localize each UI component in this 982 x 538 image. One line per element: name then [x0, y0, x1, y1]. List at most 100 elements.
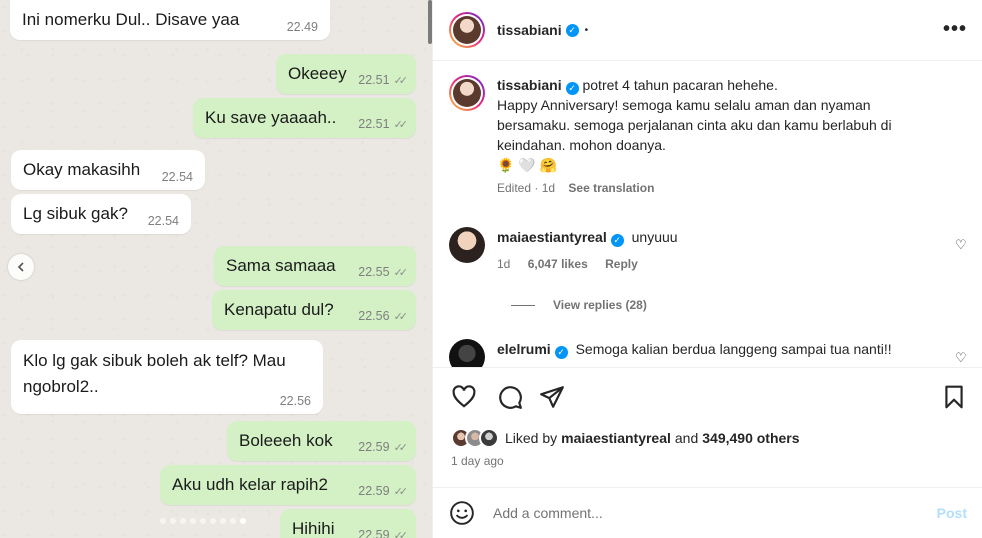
carousel-dot [190, 518, 196, 524]
chat-bubble: Lg sibuk gak? 22.54 [11, 194, 191, 234]
chat-text: Okeeey [288, 64, 347, 83]
chat-time: 22.56 [279, 393, 311, 408]
add-comment-bar: Post [433, 487, 982, 538]
header-username[interactable]: tissabiani [497, 22, 562, 38]
comment: elelrumi ✓ Semoga kalian berdua langgeng … [449, 339, 892, 367]
chat-bubble: Boleeeh kok 22.59 ✓✓ [227, 421, 416, 461]
chat-time: 22.59 [358, 440, 390, 454]
emoji-icon[interactable] [449, 500, 475, 526]
chat-time: 22.49 [286, 19, 318, 34]
comment-username[interactable]: elelrumi [497, 341, 551, 357]
chat-text: Aku udh kelar rapih2 [172, 475, 328, 494]
verified-badge-icon: ✓ [565, 82, 579, 95]
chat-text: Kenapatu dul? [224, 300, 334, 319]
comment-text: Semoga kalian berdua langgeng sampai tua… [575, 341, 892, 357]
liked-by: Liked by maiaestiantyreal and 349,490 ot… [451, 428, 800, 448]
chat-text: Okay makasihh [23, 160, 141, 179]
caption: tissabiani ✓ potret 4 tahun pacaran heheh… [449, 75, 937, 195]
chat-time: 22.56 [358, 309, 390, 323]
caption-username[interactable]: tissabiani [497, 77, 562, 93]
carousel-dot [160, 518, 166, 524]
chat-time: 22.51 [358, 73, 390, 87]
chat-text: Hihihi [292, 519, 335, 538]
view-replies-label: View replies (28) [553, 298, 647, 312]
like-heart-icon[interactable] [451, 384, 477, 410]
chat-bubble: Kenapatu dul? 22.56 ✓✓ [212, 290, 416, 330]
like-comment-heart-icon[interactable]: ♡ [955, 350, 969, 365]
chat-time: 22.54 [161, 169, 193, 184]
comment-username[interactable]: maiaestiantyreal [497, 229, 607, 245]
verified-badge-icon: ✓ [554, 346, 568, 359]
post-header: tissabiani ✓ • ••• [433, 0, 982, 61]
chat-bubble: Hihihi 22.59 ✓✓ [280, 509, 416, 538]
avatar [479, 428, 499, 448]
caption-text: potret 4 tahun pacaran hehehe. [582, 77, 778, 93]
avatar[interactable] [449, 339, 485, 367]
separator-dot: • [584, 24, 589, 36]
caption-emojis: 🌻 🤍 🤗 [497, 157, 558, 173]
verified-badge-icon: ✓ [565, 23, 579, 37]
carousel-indicator [160, 518, 246, 524]
more-options-button[interactable]: ••• [943, 18, 967, 41]
chat-bubble: Okay makasihh 22.54 [11, 150, 205, 190]
chat-text: Lg sibuk gak? [23, 204, 128, 223]
read-ticks-icon: ✓✓ [393, 119, 409, 131]
post-photo: Ini nomerku Dul.. Disave yaa 22.49 Okeee… [0, 0, 432, 538]
carousel-dot [180, 518, 186, 524]
read-ticks-icon: ✓✓ [393, 530, 409, 538]
post-time: 1 day ago [451, 454, 504, 468]
avatar[interactable] [449, 75, 485, 111]
comment-likes[interactable]: 6,047 likes [528, 257, 588, 271]
comment-input[interactable] [493, 505, 937, 521]
chat-time: 22.59 [358, 484, 390, 498]
verified-badge-icon: ✓ [610, 234, 624, 247]
carousel-dot [230, 518, 236, 524]
comment-icon[interactable] [497, 384, 523, 410]
comment-text: unyuuu [631, 229, 678, 245]
chat-text: Boleeeh kok [239, 431, 333, 450]
read-ticks-icon: ✓✓ [393, 75, 409, 87]
save-bookmark-icon[interactable] [941, 384, 967, 410]
chat-text: Klo lg gak sibuk boleh ak telf? Mau ngob… [23, 351, 286, 396]
reply-button[interactable]: Reply [605, 257, 638, 271]
chat-time: 22.55 [358, 265, 390, 279]
likes-count[interactable]: 349,490 others [702, 430, 799, 446]
chat-bubble: Ini nomerku Dul.. Disave yaa 22.49 [10, 0, 330, 40]
chat-text: Sama samaaa [226, 256, 336, 275]
post-panel: tissabiani ✓ • ••• tissabiani ✓ potret 4 … [432, 0, 982, 538]
liked-by-user[interactable]: maiaestiantyreal [561, 430, 671, 446]
chat-time: 22.51 [358, 117, 390, 131]
chat-bubble: Sama samaaa 22.55 ✓✓ [214, 246, 416, 286]
chevron-left-icon [17, 262, 24, 272]
chat-time: 22.54 [147, 213, 179, 228]
carousel-dot [210, 518, 216, 524]
chat-bubble: Aku udh kelar rapih2 22.59 ✓✓ [160, 465, 416, 505]
carousel-dot [220, 518, 226, 524]
comments-section: tissabiani ✓ potret 4 tahun pacaran heheh… [433, 61, 982, 367]
read-ticks-icon: ✓✓ [393, 486, 409, 498]
post-actions: Liked by maiaestiantyreal and 349,490 ot… [433, 367, 982, 487]
comment-age: 1d [497, 257, 511, 271]
chat-bubble: Ku save yaaaah.. 22.51 ✓✓ [193, 98, 416, 138]
read-ticks-icon: ✓✓ [393, 311, 409, 323]
chat-time: 22.59 [358, 528, 390, 538]
avatar[interactable] [449, 227, 485, 263]
chat-text: Ku save yaaaah.. [205, 108, 337, 127]
liked-by-and: and [674, 430, 699, 446]
like-comment-heart-icon[interactable]: ♡ [955, 237, 969, 252]
comment: maiaestiantyreal ✓ unyuuu 1d 6,047 likes … [449, 227, 678, 271]
share-icon[interactable] [539, 384, 565, 410]
caption-body: Happy Anniversary! semoga kamu selalu am… [497, 97, 892, 153]
carousel-dot [170, 518, 176, 524]
carousel-dot [240, 518, 246, 524]
liked-by-prefix: Liked by [505, 430, 558, 446]
avatar[interactable] [449, 12, 485, 48]
chat-text: Ini nomerku Dul.. Disave yaa [22, 10, 240, 29]
carousel-dot [200, 518, 206, 524]
post-button[interactable]: Post [937, 505, 967, 521]
carousel-prev-button[interactable] [8, 254, 34, 280]
view-replies-button[interactable]: View replies (28) [511, 298, 647, 312]
liker-avatars [451, 428, 499, 448]
edited-label: Edited · 1d [497, 181, 556, 195]
see-translation-button[interactable]: See translation [568, 181, 654, 195]
